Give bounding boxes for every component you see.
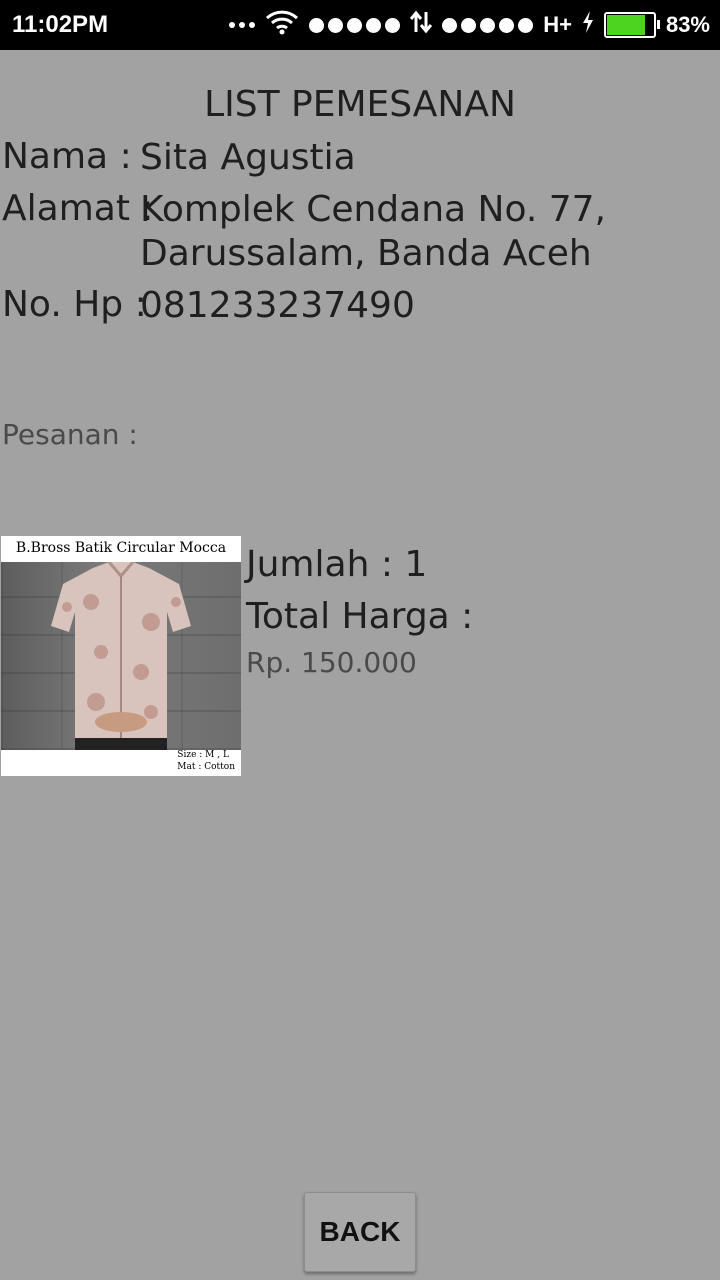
address-line-1: Komplek Cendana No. 77, (140, 189, 606, 230)
phone-value: 081233237490 (140, 285, 415, 326)
product-material: Mat : Cotton (177, 762, 235, 772)
quantity-text: Jumlah : 1 (246, 544, 428, 585)
status-icons: H+ 83% (229, 0, 710, 50)
address-line-2: Darussalam, Banda Aceh (140, 233, 592, 274)
phone-label: No. Hp : (2, 284, 147, 325)
status-bar: 11:02PM H+ 83% (0, 0, 720, 50)
product-image-title: B.Bross Batik Circular Mocca (15, 540, 227, 556)
back-button[interactable]: BACK (304, 1192, 416, 1272)
more-dots-icon (229, 22, 256, 28)
network-type: H+ (543, 12, 572, 37)
product-image: B.Bross Batik Circular Mocca Size : M , … (1, 536, 241, 776)
price-value: Rp. 150.000 (246, 646, 417, 679)
signal-dots-icon (309, 17, 401, 33)
product-meta: Size : M , L Mat : Cotton (177, 749, 235, 773)
battery-fill (606, 15, 646, 35)
name-value: Sita Agustia (140, 137, 356, 178)
product-photo (1, 561, 241, 750)
total-price-label: Total Harga : (246, 596, 474, 637)
status-time: 11:02PM (12, 11, 109, 38)
product-size: Size : M , L (177, 750, 229, 760)
address-label: Alamat : (2, 188, 154, 229)
order-section-label: Pesanan : (2, 418, 138, 451)
wifi-icon (265, 9, 299, 41)
battery-icon (603, 12, 660, 38)
address-value: Komplek Cendana No. 77, Darussalam, Band… (140, 188, 606, 276)
name-label: Nama : (2, 136, 132, 177)
battery-percent: 83% (665, 12, 710, 37)
signal-dots-icon (442, 17, 534, 33)
charging-icon (582, 11, 594, 39)
data-transfer-icon (410, 10, 433, 40)
page-title: LIST PEMESANAN (204, 84, 516, 125)
